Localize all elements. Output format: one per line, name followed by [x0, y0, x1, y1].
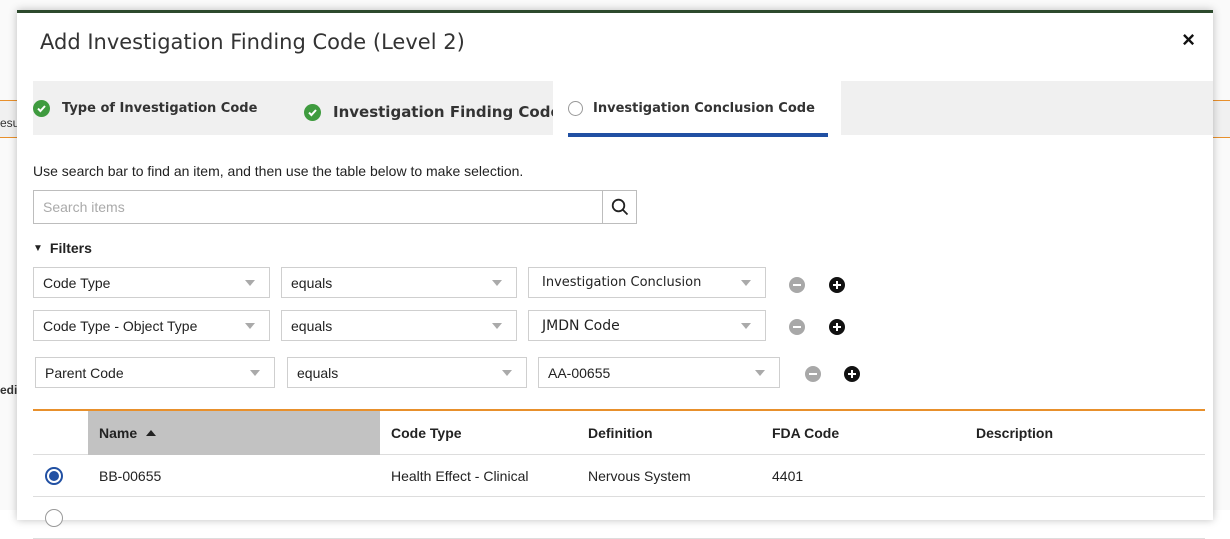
row-select-radio[interactable] — [45, 509, 63, 527]
cell-name: BB-00655 — [99, 468, 162, 484]
filter-field-select[interactable]: Code Type — [33, 267, 270, 298]
sort-ascending-icon — [146, 430, 157, 436]
chevron-down-icon — [245, 280, 255, 286]
chevron-down-icon — [492, 323, 502, 329]
chevron-down-icon — [502, 370, 512, 376]
select-value: equals — [297, 364, 339, 381]
filter-operator-select[interactable]: equals — [281, 310, 517, 341]
modal-title: Add Investigation Finding Code (Level 2) — [40, 30, 465, 54]
filter-value-select[interactable]: Investigation Conclusion — [528, 267, 766, 298]
minus-circle-icon[interactable] — [789, 277, 805, 293]
filter-value-select[interactable]: AA-00655 — [538, 357, 780, 388]
select-value: JMDN Code — [542, 317, 620, 334]
select-value: AA-00655 — [548, 364, 611, 381]
cell-code-type: Health Effect - Clinical — [391, 468, 529, 484]
caret-down-icon: ▼ — [33, 242, 43, 254]
chevron-down-icon — [492, 280, 502, 286]
search-bar — [33, 190, 637, 224]
plus-circle-icon[interactable] — [844, 366, 860, 382]
instructions-text: Use search bar to find an item, and then… — [33, 163, 524, 179]
column-header-definition[interactable]: Definition — [577, 411, 761, 455]
filters-label: Filters — [49, 240, 92, 256]
tab-type-of-investigation-code[interactable]: Type of Investigation Code — [33, 81, 257, 135]
chevron-down-icon — [741, 323, 751, 329]
plus-circle-icon[interactable] — [829, 319, 845, 335]
chevron-down-icon — [741, 280, 751, 286]
column-label: FDA Code — [772, 425, 840, 441]
chevron-down-icon — [250, 370, 260, 376]
chevron-down-icon — [755, 370, 765, 376]
column-label: Name — [99, 425, 138, 441]
tab-label: Investigation Finding Code — [333, 103, 561, 121]
add-code-modal: Add Investigation Finding Code (Level 2)… — [17, 10, 1213, 539]
filter-value-select[interactable]: JMDN Code — [528, 310, 766, 341]
search-input[interactable] — [34, 191, 602, 223]
select-value: Code Type - Object Type — [43, 317, 198, 334]
tab-investigation-finding-code[interactable]: Investigation Finding Code — [304, 85, 561, 139]
cell-fda-code: 4401 — [772, 468, 804, 484]
filter-field-select[interactable]: Parent Code — [35, 357, 275, 388]
table-header: Name Code Type Definition FDA Code Descr… — [33, 411, 1205, 455]
column-label: Definition — [588, 425, 653, 441]
empty-radio-icon — [568, 100, 583, 116]
column-header-fda-code[interactable]: FDA Code — [761, 411, 965, 455]
check-circle-icon — [33, 99, 50, 117]
check-circle-icon — [304, 103, 321, 121]
cell-description — [965, 455, 1205, 497]
tab-label: Type of Investigation Code — [62, 100, 258, 116]
column-label: Code Type — [391, 425, 462, 441]
close-icon[interactable]: × — [1182, 27, 1195, 53]
minus-circle-icon[interactable] — [805, 366, 821, 382]
tab-investigation-conclusion-code[interactable]: Investigation Conclusion Code — [553, 81, 841, 135]
filter-field-select[interactable]: Code Type - Object Type — [33, 310, 270, 341]
filters-toggle[interactable]: ▼ Filters — [33, 240, 92, 256]
active-tab-indicator — [568, 133, 828, 137]
cell-definition: Nervous System — [588, 468, 691, 484]
select-value: equals — [291, 317, 333, 334]
select-value: Code Type — [43, 274, 111, 291]
filter-operator-select[interactable]: equals — [287, 357, 527, 388]
row-select-radio[interactable] — [45, 467, 63, 485]
tab-label: Investigation Conclusion Code — [593, 100, 815, 116]
select-value: equals — [291, 274, 333, 291]
column-header-code-type[interactable]: Code Type — [380, 411, 577, 455]
column-label: Description — [976, 425, 1054, 441]
search-icon[interactable] — [602, 191, 636, 223]
table-row[interactable] — [33, 497, 1205, 539]
chevron-down-icon — [245, 323, 255, 329]
plus-circle-icon[interactable] — [829, 277, 845, 293]
column-header-name[interactable]: Name — [88, 411, 380, 455]
minus-circle-icon[interactable] — [789, 319, 805, 335]
select-value: Parent Code — [45, 364, 124, 381]
filter-operator-select[interactable]: equals — [281, 267, 517, 298]
select-value: Investigation Conclusion — [542, 275, 702, 290]
table-row[interactable]: BB-00655 Health Effect - Clinical Nervou… — [33, 455, 1205, 497]
column-header-description[interactable]: Description — [965, 411, 1205, 455]
